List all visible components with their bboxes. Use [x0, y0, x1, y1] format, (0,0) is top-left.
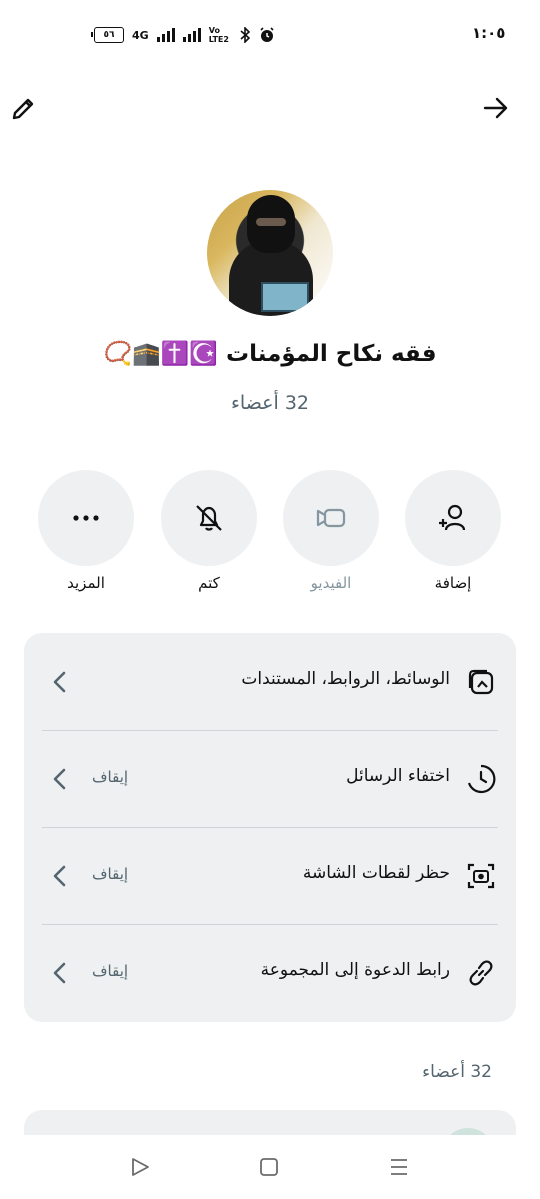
media-links-docs-label: الوسائط، الروابط، المستندات [241, 669, 450, 689]
block-screenshots-row[interactable]: حظر لقطات الشاشة إيقاف [24, 827, 516, 924]
network-type: 4G [132, 28, 149, 42]
invite-link-row[interactable]: رابط الدعوة إلى المجموعة إيقاف [24, 924, 516, 1021]
video-icon [316, 508, 346, 528]
video-call-circle[interactable] [283, 470, 379, 566]
add-member-circle[interactable] [405, 470, 501, 566]
media-links-docs-row[interactable]: الوسائط، الروابط، المستندات [24, 633, 516, 730]
timer-icon [464, 762, 498, 796]
members-section-label: 32 أعضاء [422, 1062, 492, 1082]
pencil-icon [12, 98, 34, 120]
back-button[interactable] [476, 88, 516, 128]
alarm-icon [260, 27, 274, 42]
more-button[interactable]: المزيد [38, 470, 134, 592]
nav-back-icon[interactable] [128, 1155, 152, 1179]
bluetooth-icon [240, 27, 250, 43]
avatar-book [261, 282, 309, 312]
system-nav-bar [0, 1135, 540, 1199]
add-member-label: إضافة [434, 574, 472, 592]
arrow-right-icon [483, 97, 508, 119]
mute-circle[interactable] [161, 470, 257, 566]
video-call-label: الفيديو [310, 574, 352, 592]
signal-icon-2 [182, 28, 201, 42]
mute-bell-icon [196, 505, 222, 531]
chevron-left-icon [53, 768, 66, 790]
more-circle[interactable] [38, 470, 134, 566]
status-time: ١:٠٥ [472, 24, 506, 42]
nav-recents-icon[interactable] [387, 1155, 411, 1179]
nav-home-icon[interactable] [257, 1155, 281, 1179]
add-person-icon [439, 504, 466, 531]
signal-icon [156, 28, 175, 42]
edit-button[interactable] [4, 88, 44, 128]
block-screenshots-value: إيقاف [92, 865, 129, 883]
link-icon [464, 956, 498, 990]
screenshot-icon [464, 859, 498, 893]
disappearing-messages-value: إيقاف [92, 768, 129, 786]
disappearing-messages-row[interactable]: اختفاء الرسائل إيقاف [24, 730, 516, 827]
group-avatar[interactable] [207, 190, 333, 316]
chevron-left-icon [53, 671, 66, 693]
mute-label: كتم [198, 574, 220, 592]
status-bar: ٥٦ 4G Vo LTE2 ١:٠٥ [0, 0, 540, 72]
disappearing-messages-label: اختفاء الرسائل [346, 766, 450, 786]
status-icons: ٥٦ 4G Vo LTE2 [91, 24, 275, 46]
more-dots-icon [73, 515, 99, 521]
members-count[interactable]: 32 أعضاء [0, 392, 540, 414]
media-icon [464, 665, 498, 699]
action-bar: إضافة الفيديو كتم المزيد [0, 470, 540, 600]
mute-button[interactable]: كتم [161, 470, 257, 592]
settings-card: الوسائط، الروابط، المستندات اختفاء الرسا… [24, 633, 516, 1022]
avatar-figure-eyes [256, 218, 286, 226]
battery-icon: ٥٦ [91, 27, 124, 43]
invite-link-value: إيقاف [92, 962, 129, 980]
chevron-left-icon [53, 865, 66, 887]
chevron-left-icon [53, 962, 66, 984]
block-screenshots-label: حظر لقطات الشاشة [302, 863, 450, 883]
group-name: فقه نكاح المؤمنات ☪️✝️🕋📿 [103, 341, 437, 367]
battery-level: ٥٦ [103, 30, 115, 40]
volte-label: Vo LTE2 [208, 26, 229, 44]
invite-link-label: رابط الدعوة إلى المجموعة [260, 960, 450, 980]
add-member-button[interactable]: إضافة [405, 470, 501, 592]
video-call-button[interactable]: الفيديو [283, 470, 379, 592]
more-label: المزيد [67, 574, 105, 592]
